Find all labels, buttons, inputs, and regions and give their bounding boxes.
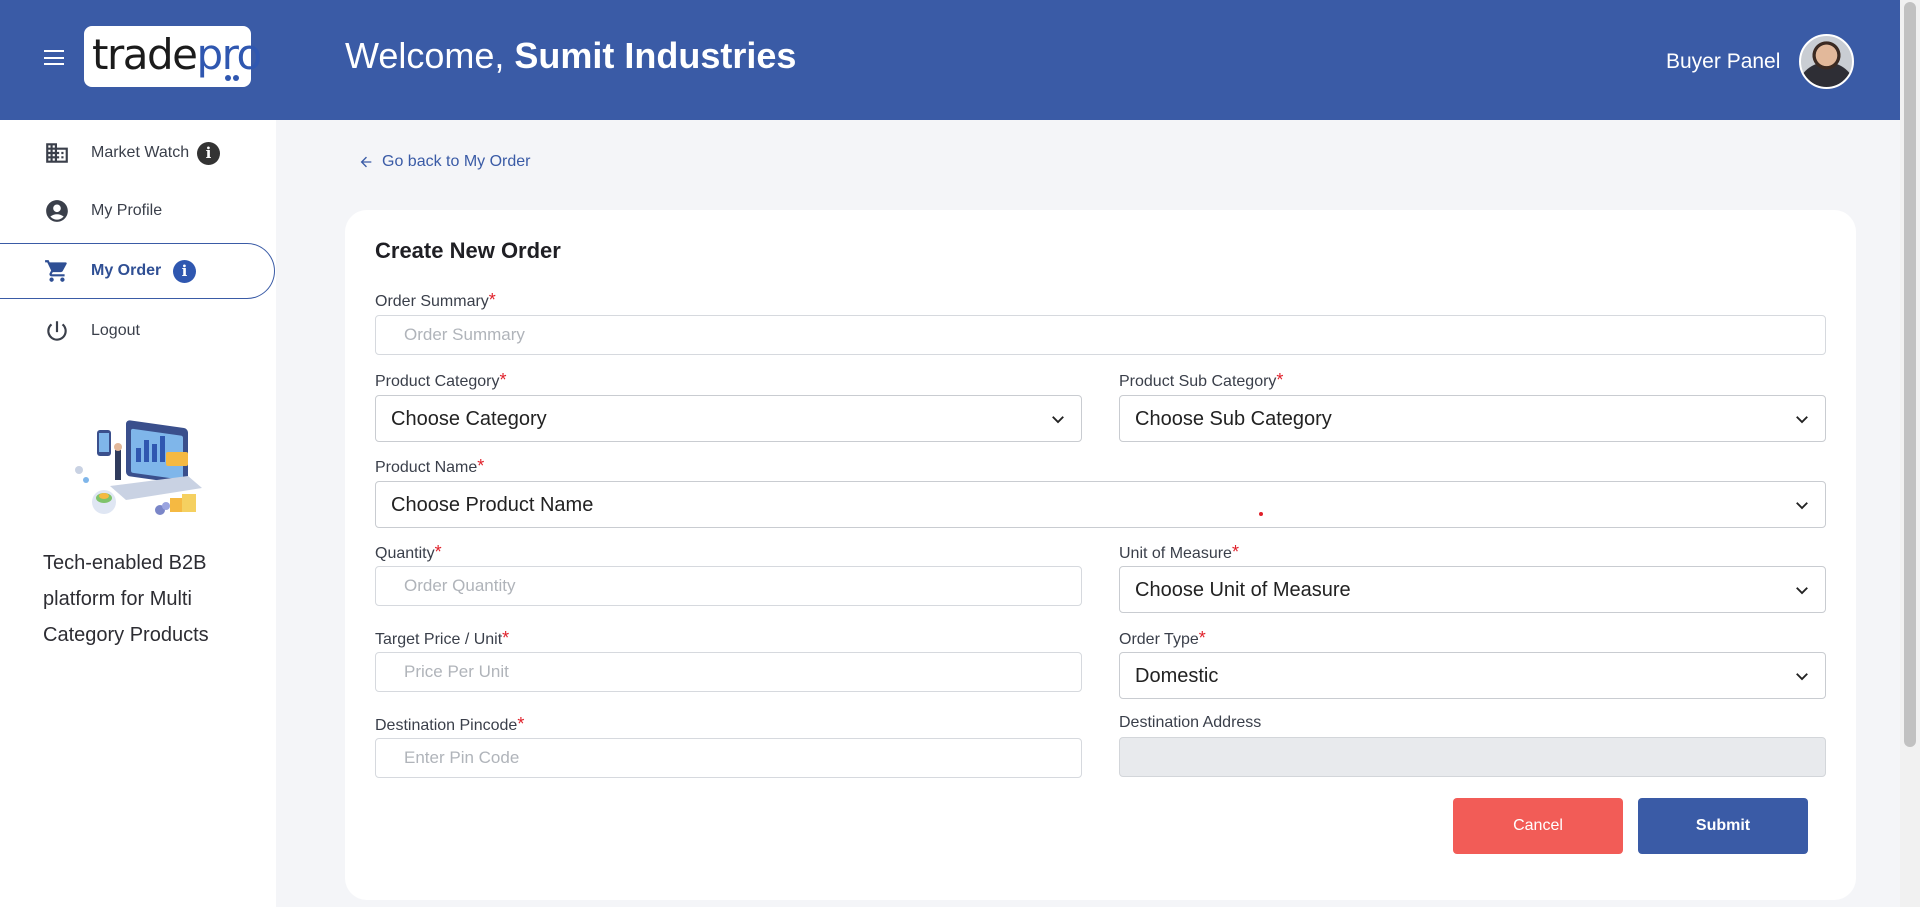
product-category-value: Choose Category [391,408,547,430]
user-circle-icon [46,200,68,222]
logo-dots-icon [225,75,239,81]
sidebar-item-label: My Profile [91,202,163,219]
power-icon [47,321,67,341]
required-asterisk: * [434,542,442,562]
required-asterisk: * [499,370,507,390]
tradepro-logo[interactable]: tradepro [84,26,262,87]
required-asterisk: * [1276,370,1284,390]
create-order-card: Create New Order Order Summary* Product … [345,210,1856,900]
product-category-select[interactable]: Choose Category [375,395,1082,442]
product-name-value: Choose Product Name [391,494,594,516]
ecommerce-illustration [75,420,202,515]
destination-pincode-input[interactable] [375,738,1082,778]
chevron-down-icon [1796,673,1808,681]
sidebar-item-market-watch[interactable]: Market Watch i [0,125,276,181]
required-asterisk: * [477,456,485,476]
back-link-label: Go back to My Order [382,153,531,170]
panel-label: Buyer Panel [1666,50,1781,73]
form-title: Create New Order [375,238,561,263]
page-scrollbar[interactable] [1900,0,1920,907]
company-name: Sumit Industries [514,35,797,76]
logo-text-trade: trade [92,30,198,79]
back-to-my-order-link[interactable]: Go back to My Order [358,153,531,171]
destination-address-input [1119,737,1826,777]
product-sub-category-value: Choose Sub Category [1135,408,1332,430]
chevron-down-icon [1052,416,1064,424]
sidebar: Market Watch i My Profile My Order i Log… [0,120,276,907]
required-asterisk: * [1231,542,1239,562]
user-avatar[interactable] [1799,34,1854,89]
info-icon[interactable]: i [173,259,196,283]
logo-text-pro: pro [196,30,262,79]
info-icon[interactable]: i [197,141,220,165]
submit-button[interactable]: Submit [1638,798,1808,854]
sidebar-item-label: Market Watch [91,144,190,161]
required-asterisk: * [1198,628,1206,648]
cart-icon [45,260,67,282]
order-type-value: Domestic [1135,665,1219,687]
quantity-label: Quantity* [375,542,442,562]
required-asterisk: * [502,628,510,648]
sidebar-item-label: Logout [91,322,140,339]
chevron-down-icon [1796,587,1808,595]
building-icon [46,143,68,163]
product-name-select[interactable]: Choose Product Name [375,481,1826,528]
required-asterisk: * [517,714,525,734]
target-price-input[interactable] [375,652,1082,692]
order-summary-label: Order Summary* [375,290,496,310]
required-asterisk: * [488,290,496,310]
chevron-down-icon [1796,416,1808,424]
unit-of-measure-select[interactable]: Choose Unit of Measure [1119,566,1826,613]
scrollbar-thumb[interactable] [1904,2,1916,747]
welcome-heading: Welcome, Sumit Industries [345,35,796,77]
order-type-select[interactable]: Domestic [1119,652,1826,699]
target-price-label: Target Price / Unit* [375,628,510,648]
product-sub-category-label: Product Sub Category* [1119,370,1284,390]
product-name-label: Product Name* [375,456,485,476]
destination-pincode-label: Destination Pincode* [375,714,525,734]
unit-of-measure-value: Choose Unit of Measure [1135,579,1351,601]
cursor-dot [1259,512,1263,516]
sidebar-tagline: Tech-enabled B2B platform for Multi Cate… [43,552,209,646]
cancel-button[interactable]: Cancel [1453,798,1623,854]
sidebar-item-logout[interactable]: Logout [0,303,276,359]
product-category-label: Product Category* [375,370,507,390]
order-type-label: Order Type* [1119,628,1206,648]
welcome-prefix: Welcome, [345,35,515,76]
sidebar-item-my-profile[interactable]: My Profile [0,183,276,239]
sidebar-item-label: My Order [91,262,162,279]
quantity-input[interactable] [375,566,1082,606]
chevron-down-icon [1796,502,1808,510]
top-header: tradepro Welcome, Sumit Industries Buyer… [0,0,1900,120]
hamburger-menu-icon[interactable] [44,50,64,65]
sidebar-item-my-order[interactable]: My Order i [0,243,275,299]
unit-of-measure-label: Unit of Measure* [1119,542,1239,562]
product-sub-category-select[interactable]: Choose Sub Category [1119,395,1826,442]
order-summary-input[interactable] [375,315,1826,355]
arrow-left-icon [360,156,372,168]
destination-address-label: Destination Address [1119,714,1262,731]
